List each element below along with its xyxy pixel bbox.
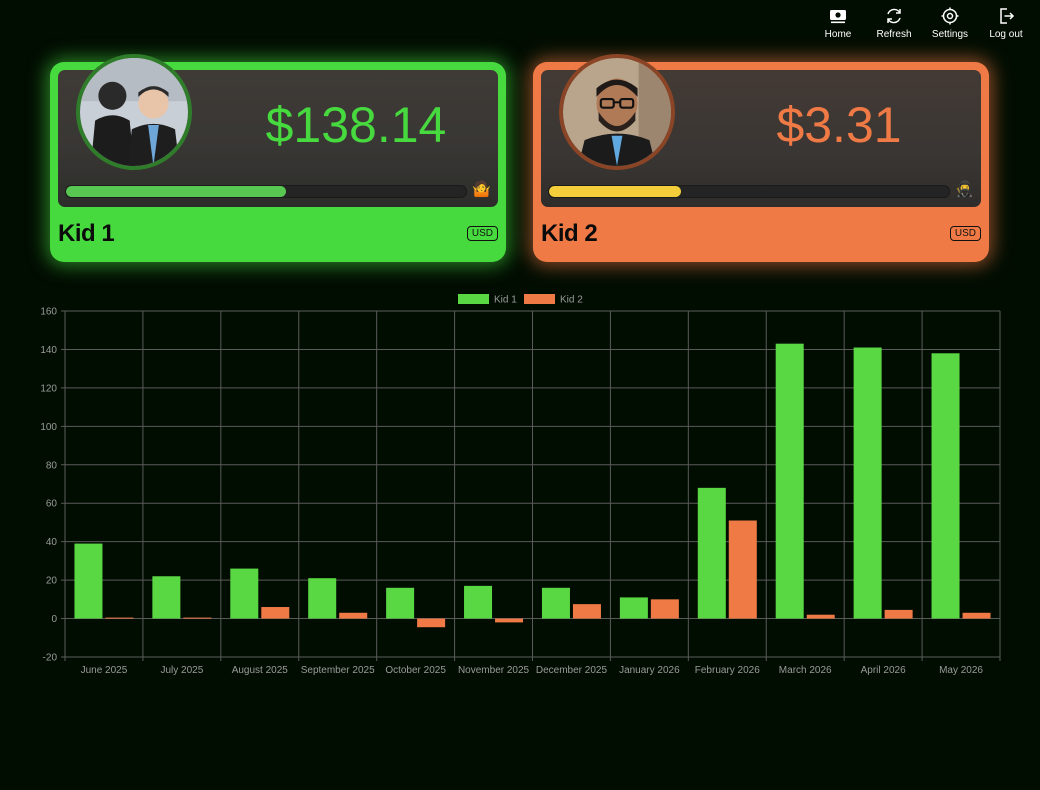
kid-2-currency-badge: USD [949, 226, 981, 241]
bar-kid-2 [806, 614, 835, 619]
legend-swatch [524, 294, 555, 304]
refresh-icon [887, 8, 901, 24]
y-tick-label: 160 [40, 307, 57, 318]
x-tick-label: November 2025 [458, 665, 530, 676]
bar-kid-2 [572, 604, 601, 619]
y-tick-label: 80 [46, 460, 58, 471]
x-tick-label: December 2025 [536, 665, 608, 676]
kid-2-balance: $3.31 [776, 97, 902, 153]
bar-kid-1 [230, 568, 259, 619]
bar-kid-2 [650, 599, 679, 619]
balance-history-chart: -20 0 20 40 60 80 100 120 140 160 June 2025 July 20… [0, 285, 1040, 685]
legend-swatch [458, 294, 489, 304]
bar-kid-2 [728, 520, 757, 619]
bar-kid-1 [853, 347, 882, 619]
refresh-label: Refresh [876, 29, 912, 40]
legend-label: Kid 2 [560, 295, 583, 306]
refresh-button[interactable]: Refresh [866, 6, 922, 40]
kid-card-1[interactable]: $138.14 🤷 Kid 1 USD [50, 54, 506, 262]
x-tick-label: October 2025 [385, 665, 446, 676]
kid-1-name: Kid 1 [58, 220, 115, 247]
home-icon [830, 10, 846, 24]
bar-kid-2 [183, 617, 212, 619]
kid-2-progress-fill [549, 186, 681, 197]
kid-1-balance: $138.14 [265, 97, 447, 153]
ninja-icon: 🥷 [955, 181, 974, 198]
bar-kid-1 [464, 585, 493, 619]
x-tick-label: February 2026 [695, 665, 760, 676]
x-tick-label: April 2026 [861, 665, 906, 676]
bar-kid-2 [962, 612, 991, 619]
y-tick-label: -20 [43, 653, 58, 664]
bar-kid-1 [697, 487, 726, 619]
y-tick-label: 40 [46, 537, 58, 548]
legend-label: Kid 1 [494, 295, 517, 306]
home-button[interactable]: Home [810, 6, 866, 40]
bar-kid-1 [74, 543, 103, 619]
kid-1-avatar-photo [80, 58, 188, 166]
bar-kid-1 [931, 353, 960, 619]
bar-kid-1 [775, 343, 804, 619]
bar-kid-2 [339, 612, 368, 619]
kid-1-progress-fill [66, 186, 286, 197]
x-tick-label: July 2025 [160, 665, 203, 676]
kid-2-avatar-photo [563, 58, 671, 166]
x-tick-label: March 2026 [779, 665, 832, 676]
x-tick-label: September 2025 [301, 665, 375, 676]
kid-1-avatar [76, 54, 192, 170]
bar-kid-1 [308, 578, 337, 619]
bar-kid-1 [152, 576, 181, 619]
y-tick-label: 120 [40, 383, 57, 394]
kid-card-2-panel: $3.31 🥷 [541, 54, 981, 207]
gear-icon [941, 7, 959, 25]
logout-button[interactable]: Log out [978, 6, 1034, 40]
bar-kid-1 [541, 587, 570, 619]
x-tick-label: May 2026 [939, 665, 983, 676]
y-tick-label: 0 [51, 614, 57, 625]
bar-kid-2 [105, 617, 134, 619]
bar-kid-2 [417, 618, 446, 628]
kid-2-name: Kid 2 [541, 220, 598, 247]
bar-kid-1 [386, 587, 415, 619]
kid-1-goal-progress [65, 185, 467, 198]
home-label: Home [824, 29, 852, 40]
bar-kid-2 [884, 609, 913, 619]
kid-2-avatar [559, 54, 675, 170]
y-tick-label: 20 [46, 576, 58, 587]
settings-button[interactable]: Settings [922, 6, 978, 40]
kid-card-2[interactable]: $3.31 🥷 Kid 2 USD [533, 54, 989, 262]
kid-1-currency-badge: USD [466, 226, 498, 241]
x-tick-label: August 2025 [232, 665, 289, 676]
y-tick-label: 140 [40, 345, 57, 356]
bar-chart-svg: -20 0 20 40 60 80 100 120 140 160 June 2025 July 20… [40, 294, 1001, 676]
bar-kid-2 [261, 607, 290, 619]
person-shrugging-icon: 🤷 [472, 181, 491, 198]
logout-icon [1000, 8, 1015, 24]
logout-label: Log out [989, 29, 1023, 40]
bar-kid-2 [495, 618, 524, 623]
kid-card-1-panel: $138.14 🤷 [58, 54, 498, 207]
x-tick-label: June 2025 [81, 665, 128, 676]
kid-2-goal-progress [548, 185, 950, 198]
top-navigation: Home Refresh Settings Log out [810, 6, 1034, 40]
x-tick-label: January 2026 [619, 665, 680, 676]
bar-kid-1 [619, 597, 648, 619]
y-tick-label: 60 [46, 499, 58, 510]
y-tick-label: 100 [40, 422, 57, 433]
settings-label: Settings [931, 29, 969, 40]
